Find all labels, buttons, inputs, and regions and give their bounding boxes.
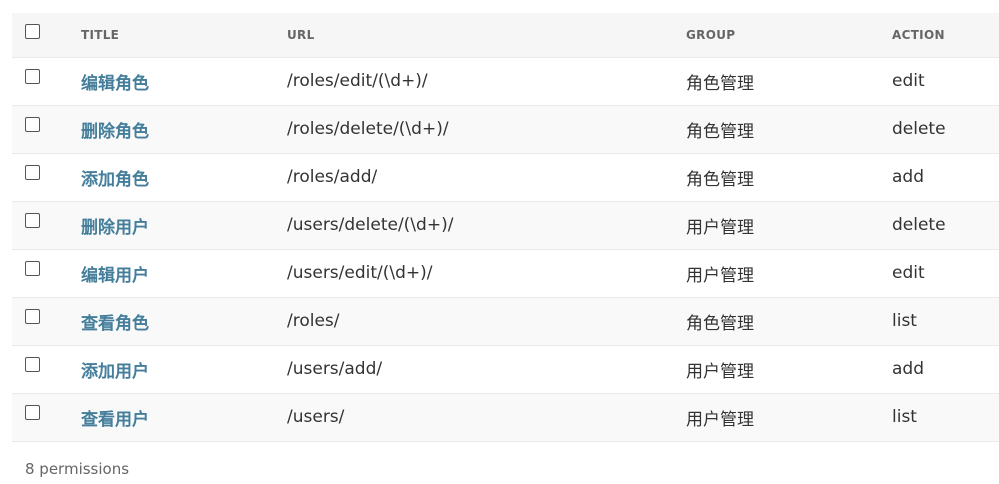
permissions-table: TITLE URL GROUP ACTION 编辑角色 /roles/edit/… [12,13,999,442]
table-row: 添加用户 /users/add/ 用户管理 add [12,345,999,393]
action-cell: list [892,311,917,331]
title-cell: 查看用户 [81,393,287,441]
url-cell: /roles/edit/(\d+)/ [287,71,428,91]
table-row: 编辑用户 /users/edit/(\d+)/ 用户管理 edit [12,249,999,297]
action-cell: add [892,359,924,379]
group-cell: 用户管理 [686,361,754,382]
permission-title-link[interactable]: 删除角色 [81,122,149,142]
group-cell: 用户管理 [686,265,754,286]
row-checkbox[interactable] [25,261,40,276]
group-cell: 用户管理 [686,217,754,238]
column-header-group[interactable]: GROUP [686,13,892,57]
header-row: TITLE URL GROUP ACTION [12,13,999,57]
group-cell: 用户管理 [686,409,754,430]
title-cell: 添加角色 [81,153,287,201]
action-cell: edit [892,263,925,283]
title-cell: 查看角色 [81,297,287,345]
table-row: 添加角色 /roles/add/ 角色管理 add [12,153,999,201]
table-body: 编辑角色 /roles/edit/(\d+)/ 角色管理 edit 删除角色 /… [12,57,999,441]
title-cell: 编辑用户 [81,249,287,297]
table-row: 查看用户 /users/ 用户管理 list [12,393,999,441]
url-cell: /roles/delete/(\d+)/ [287,119,449,139]
row-select-cell [12,105,81,153]
table-row: 编辑角色 /roles/edit/(\d+)/ 角色管理 edit [12,57,999,105]
group-cell: 角色管理 [686,121,754,142]
column-header-title[interactable]: TITLE [81,13,287,57]
permission-title-link[interactable]: 查看用户 [81,410,149,430]
permission-title-link[interactable]: 添加用户 [81,362,149,382]
action-cell: delete [892,119,946,139]
title-cell: 添加用户 [81,345,287,393]
action-cell: edit [892,71,925,91]
url-cell: /roles/ [287,311,340,331]
permission-title-link[interactable]: 添加角色 [81,170,149,190]
row-checkbox[interactable] [25,69,40,84]
row-checkbox[interactable] [25,357,40,372]
group-cell: 角色管理 [686,313,754,334]
column-header-action[interactable]: ACTION [892,13,999,57]
permission-title-link[interactable]: 查看角色 [81,314,149,334]
row-select-cell [12,153,81,201]
row-select-cell [12,393,81,441]
permission-title-link[interactable]: 删除用户 [81,218,149,238]
column-header-url[interactable]: URL [287,13,686,57]
url-cell: /users/add/ [287,359,383,379]
table-row: 删除用户 /users/delete/(\d+)/ 用户管理 delete [12,201,999,249]
url-cell: /users/delete/(\d+)/ [287,215,454,235]
title-cell: 删除角色 [81,105,287,153]
url-cell: /users/edit/(\d+)/ [287,263,433,283]
table-row: 查看角色 /roles/ 角色管理 list [12,297,999,345]
table-row: 删除角色 /roles/delete/(\d+)/ 角色管理 delete [12,105,999,153]
title-cell: 删除用户 [81,201,287,249]
row-checkbox[interactable] [25,165,40,180]
row-select-cell [12,201,81,249]
select-all-header [12,13,81,57]
result-count: 8 permissions [25,460,130,478]
row-checkbox[interactable] [25,213,40,228]
row-checkbox[interactable] [25,309,40,324]
action-cell: list [892,407,917,427]
select-all-checkbox[interactable] [25,23,40,39]
row-select-cell [12,297,81,345]
row-checkbox[interactable] [25,405,40,420]
action-cell: delete [892,215,946,235]
url-cell: /roles/add/ [287,167,378,187]
action-cell: add [892,167,924,187]
url-cell: /users/ [287,407,345,427]
permission-title-link[interactable]: 编辑用户 [81,266,149,286]
row-checkbox[interactable] [25,117,40,132]
changelist-results: TITLE URL GROUP ACTION 编辑角色 /roles/edit/… [0,0,999,484]
permission-title-link[interactable]: 编辑角色 [81,74,149,94]
table-header: TITLE URL GROUP ACTION [12,13,999,57]
row-select-cell [12,249,81,297]
row-select-cell [12,345,81,393]
group-cell: 角色管理 [686,169,754,190]
group-cell: 角色管理 [686,73,754,94]
title-cell: 编辑角色 [81,57,287,105]
row-select-cell [12,57,81,105]
